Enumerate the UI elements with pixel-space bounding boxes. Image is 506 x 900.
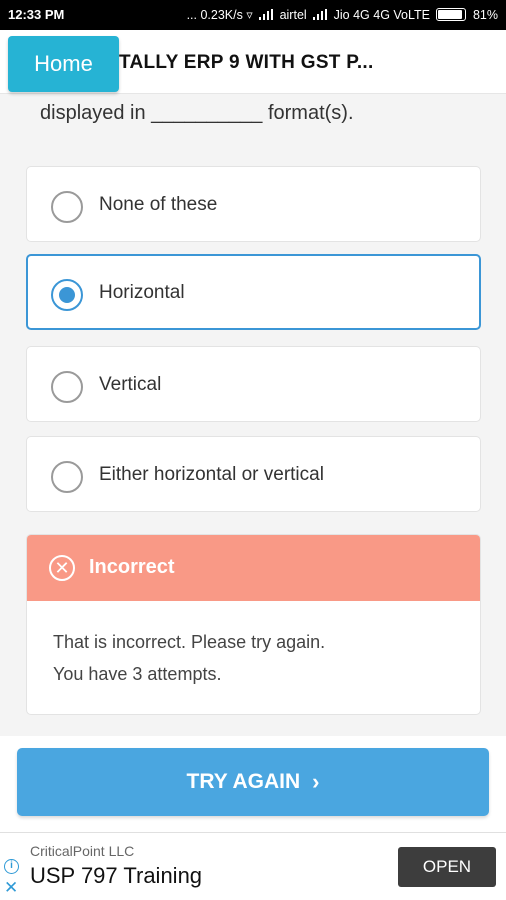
ad-advertiser: CriticalPoint LLC [30, 843, 135, 859]
signal-icon [259, 9, 274, 20]
info-icon[interactable]: i [4, 859, 19, 874]
close-circle-icon: ✕ [49, 555, 75, 581]
ad-headline: USP 797 Training [30, 863, 203, 888]
signal-icon-2 [313, 9, 328, 20]
chevron-right-icon: › [312, 769, 320, 794]
wifi-icon: ▿ [246, 8, 253, 22]
feedback-message: That is incorrect. Please try again. [53, 632, 326, 652]
course-title: TALLY ERP 9 WITH GST P... [119, 52, 374, 73]
option-label: Horizontal [99, 282, 185, 303]
battery-icon [436, 8, 467, 21]
app-header: Home TALLY ERP 9 WITH GST P... [0, 30, 506, 94]
attempts-remaining: You have 3 attempts. [53, 664, 222, 684]
radio-button-selected[interactable] [51, 279, 83, 311]
carrier-2: Jio 4G 4G VoLTE [333, 8, 430, 22]
close-icon[interactable]: ✕ [4, 879, 18, 896]
try-again-label: TRY AGAIN [186, 770, 301, 793]
feedback-panel: ✕ Incorrect That is incorrect. Please tr… [26, 534, 481, 715]
try-again-button[interactable]: TRY AGAIN › [17, 748, 489, 816]
feedback-header: ✕ Incorrect [27, 535, 480, 601]
option-none-of-these[interactable]: None of these [26, 166, 481, 242]
radio-button[interactable] [51, 191, 83, 223]
ad-open-button[interactable]: OPEN [398, 847, 496, 887]
option-label: Vertical [99, 374, 162, 395]
radio-button[interactable] [51, 371, 83, 403]
feedback-title: Incorrect [89, 556, 175, 578]
radio-button[interactable] [51, 461, 83, 493]
carrier-1: airtel [279, 8, 307, 22]
option-either[interactable]: Either horizontal or vertical [26, 436, 481, 512]
status-time: 12:33 PM [8, 7, 65, 22]
ad-banner[interactable]: i ✕ CriticalPoint LLC USP 797 Training O… [0, 832, 506, 900]
action-bar: TRY AGAIN › [0, 736, 506, 832]
status-right: ... 0.23K/s ▿ airtel Jio 4G 4G VoLTE 81% [187, 7, 498, 22]
option-horizontal[interactable]: Horizontal [26, 254, 481, 330]
option-vertical[interactable]: Vertical [26, 346, 481, 422]
option-label: None of these [99, 194, 218, 215]
status-bar: 12:33 PM ... 0.23K/s ▿ airtel Jio 4G 4G … [0, 0, 506, 30]
network-speed: ... 0.23K/s [186, 8, 243, 22]
option-label: Either horizontal or vertical [99, 464, 324, 485]
battery-level: 81% [472, 8, 498, 22]
home-button[interactable]: Home [8, 36, 119, 92]
question-text: displayed in __________ format(s). [40, 102, 354, 124]
